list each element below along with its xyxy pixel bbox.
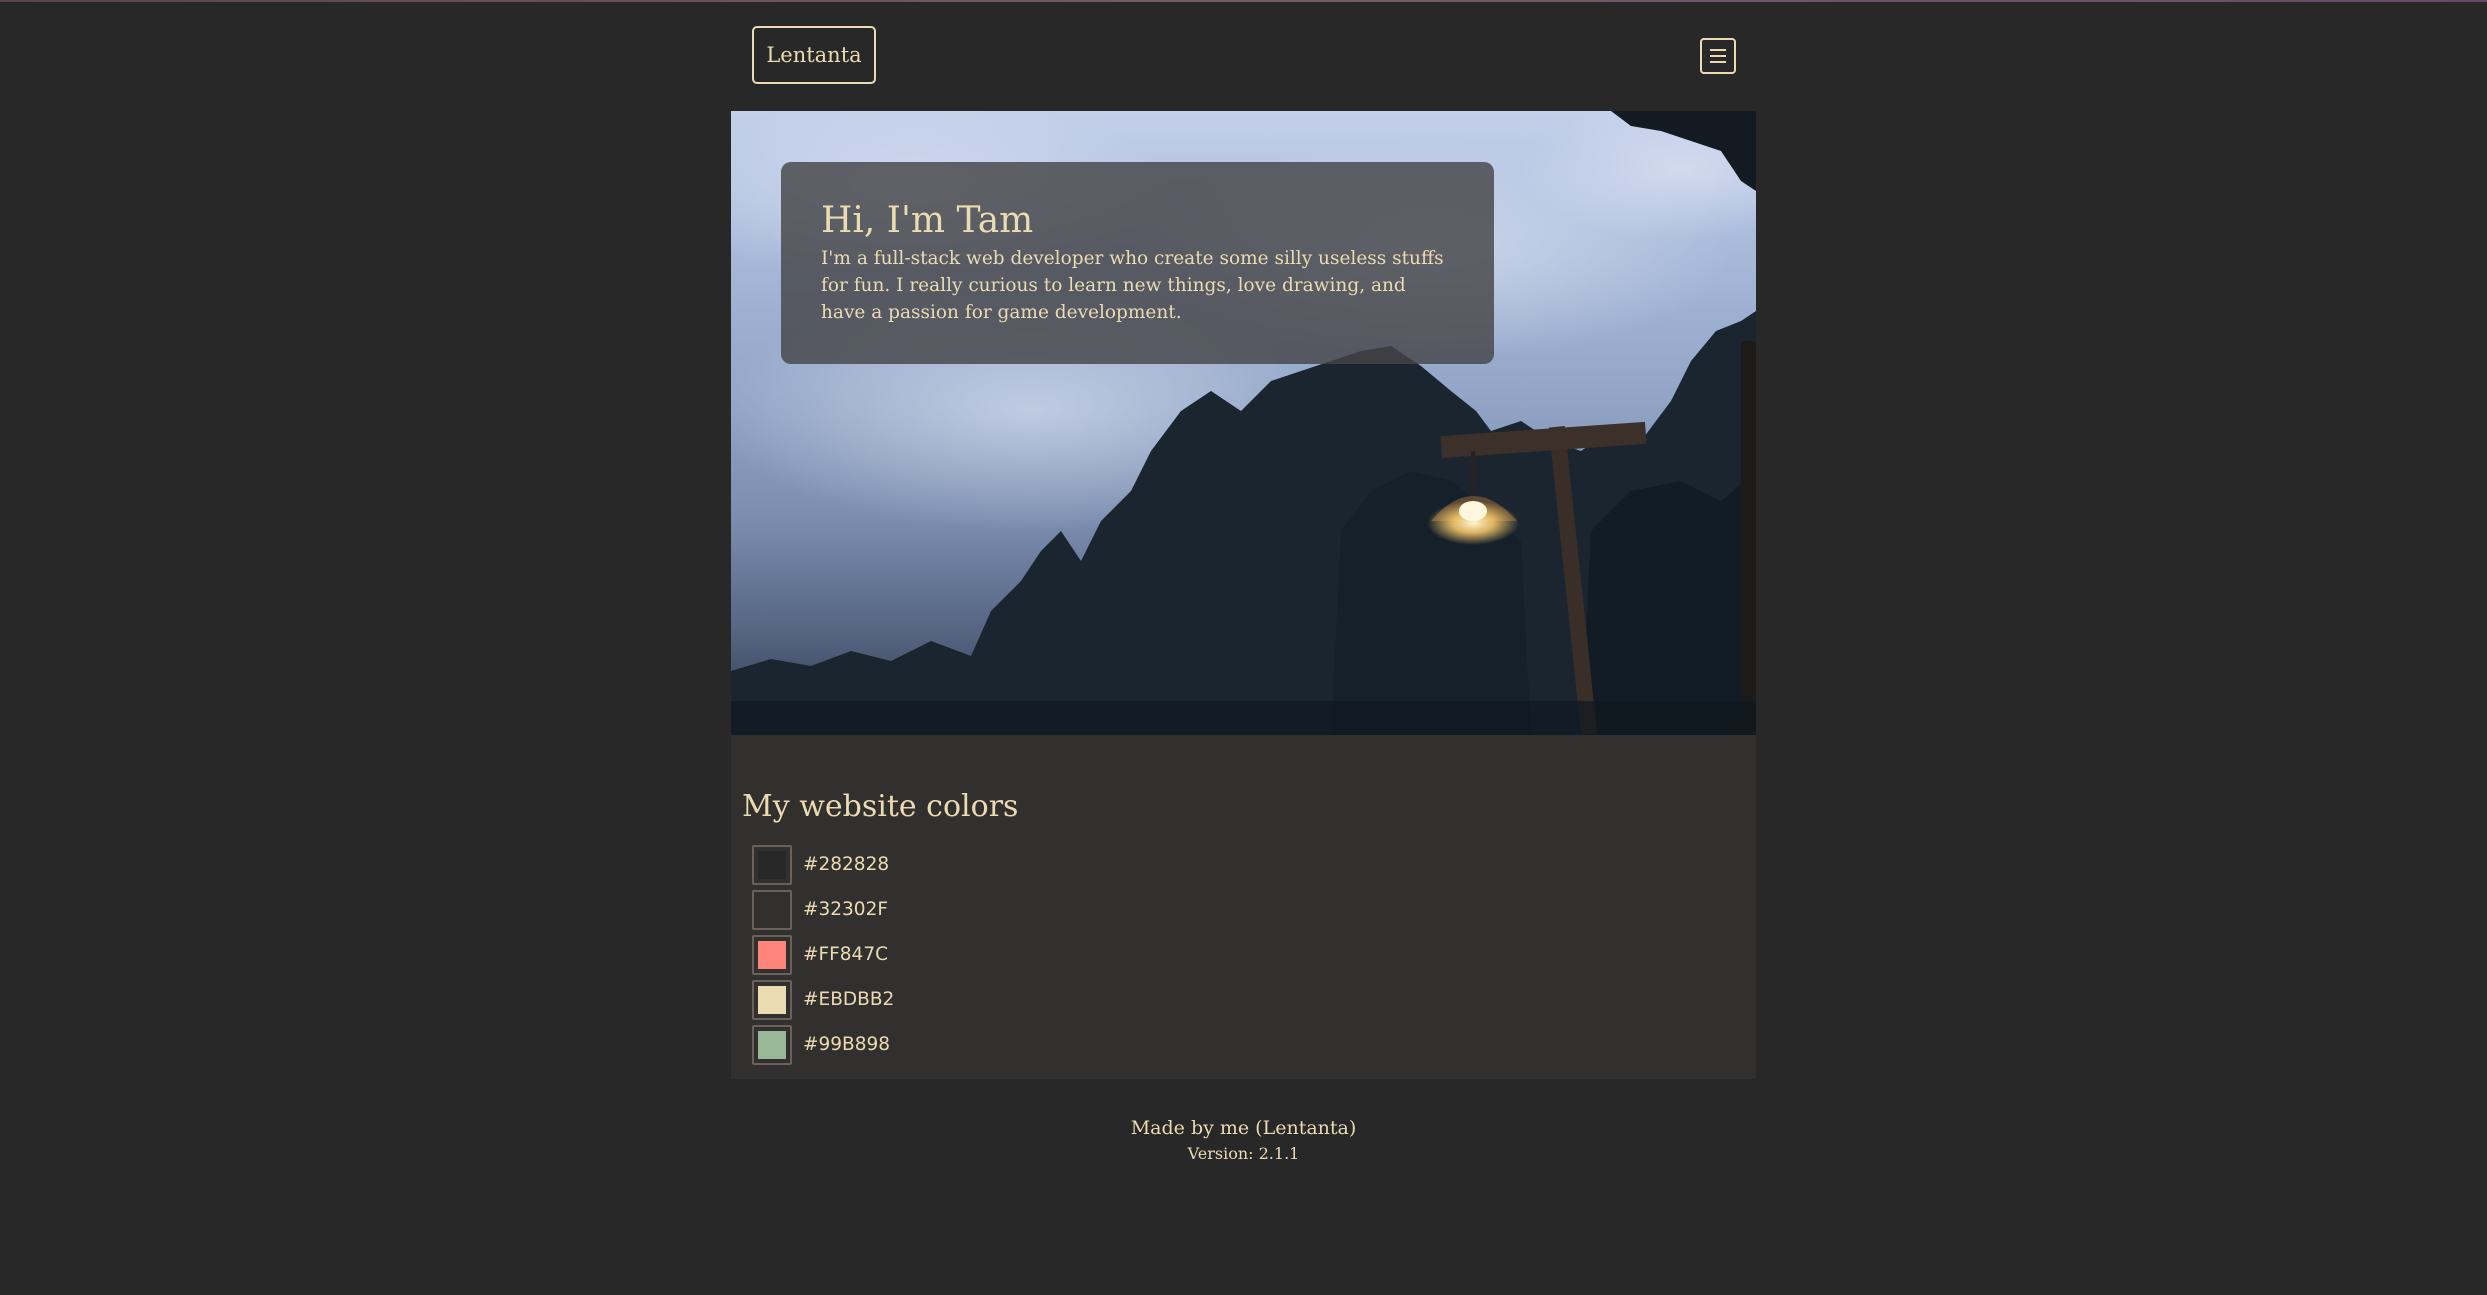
color-hex-label: #282828 (803, 854, 890, 875)
color-item: #32302F (752, 887, 1745, 932)
brand-logo-link[interactable]: Lentanta (752, 26, 876, 84)
color-hex-label: #32302F (803, 899, 888, 920)
footer-version: Version: 2.1.1 (1187, 1143, 1300, 1163)
page-container: Lentanta Hi, I'm Tam I'm a full-stack we… (731, 0, 1756, 1163)
intro-card: Hi, I'm Tam I'm a full-stack web develop… (781, 162, 1494, 364)
color-hex-label: #FF847C (803, 944, 889, 965)
color-swatch (752, 844, 792, 885)
color-swatch (752, 934, 792, 975)
intro-description: I'm a full-stack web developer who creat… (821, 248, 1444, 324)
color-item: #EBDBB2 (752, 977, 1745, 1022)
footer-credit: Made by me (Lentanta) (1130, 1117, 1357, 1139)
website-colors-section: My website colors #282828 #32302F #FF847… (731, 735, 1756, 1079)
color-swatch (752, 979, 792, 1020)
color-swatch (752, 889, 792, 930)
color-swatch (752, 1024, 792, 1065)
hamburger-icon[interactable] (1700, 38, 1736, 74)
footer: Made by me (Lentanta) Version: 2.1.1 (731, 1079, 1756, 1163)
intro-title: Hi, I'm Tam (821, 200, 1034, 241)
color-list: #282828 #32302F #FF847C #EBDBB2 #99B898 (742, 842, 1745, 1067)
hero-banner: Hi, I'm Tam I'm a full-stack web develop… (731, 111, 1756, 735)
website-colors-title: My website colors (742, 789, 1019, 824)
color-hex-label: #EBDBB2 (803, 989, 895, 1010)
color-item: #99B898 (752, 1022, 1745, 1067)
color-hex-label: #99B898 (803, 1034, 891, 1055)
navbar: Lentanta (731, 0, 1756, 111)
color-item: #FF847C (752, 932, 1745, 977)
color-item: #282828 (752, 842, 1745, 887)
